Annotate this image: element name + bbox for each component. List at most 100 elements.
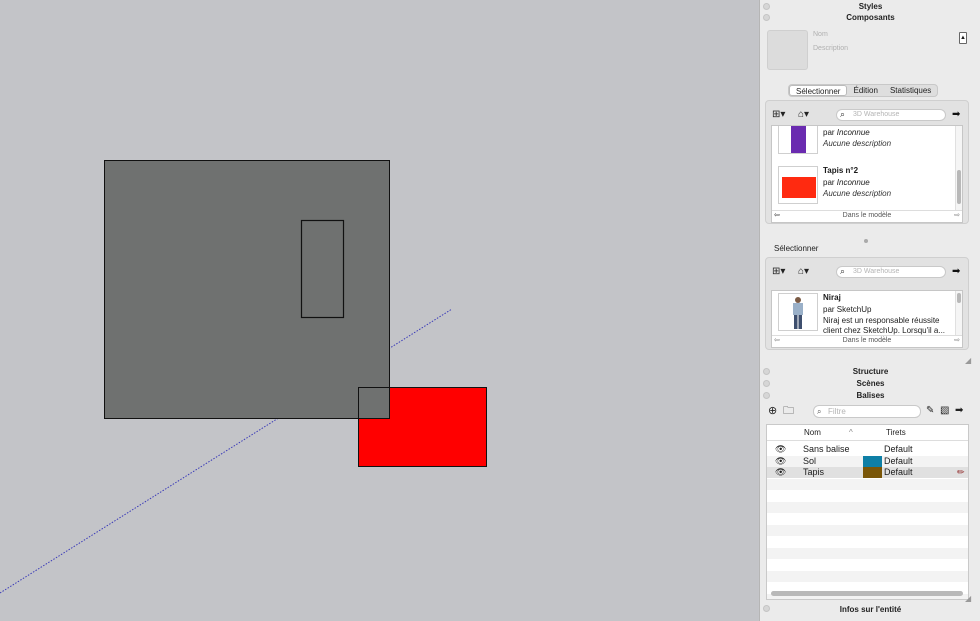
details-menu-arrow-icon[interactable]: ➡	[952, 108, 960, 122]
component-description: Aucune description	[823, 189, 892, 198]
component-thumbnail	[778, 293, 818, 331]
visibility-eye-icon[interactable]: 👁	[775, 456, 786, 467]
component-name: Niraj	[823, 293, 841, 302]
empty-row	[767, 547, 968, 559]
tag-name[interactable]: Sol	[803, 456, 816, 467]
list-footer: ⇦ Dans le modèle ⇨	[772, 210, 962, 220]
tag-row[interactable]: 👁 Tapis Default ✏	[767, 467, 968, 478]
forward-arrow-icon[interactable]: ⇨	[954, 336, 960, 345]
empty-row	[767, 490, 968, 501]
home-icon[interactable]: ⌂▾	[798, 265, 809, 279]
components-tabs: Sélectionner Édition Statistiques	[788, 84, 939, 97]
tags-table[interactable]: Nom ^ Tirets 👁 Sans balise Default 👁 Sol Defa…	[766, 424, 969, 600]
components-panel-title[interactable]: Composants	[760, 13, 980, 24]
filter-placeholder: Filtre	[828, 407, 846, 416]
component-description-field[interactable]: Description	[813, 45, 848, 52]
tab-edit[interactable]: Édition	[847, 85, 883, 96]
active-tag-pencil-icon: ✏	[957, 467, 965, 477]
list-scrollbar[interactable]	[955, 291, 962, 335]
list-scrollbar[interactable]	[955, 126, 962, 210]
secondary-section-label: Sélectionner	[774, 244, 819, 253]
tag-name[interactable]: Sans balise	[803, 444, 850, 455]
details-menu-arrow-icon[interactable]: ➡	[952, 265, 960, 279]
sort-chevron-icon[interactable]: ^	[849, 428, 853, 437]
scrollbar-thumb[interactable]	[957, 293, 961, 303]
resize-grip-icon[interactable]: ◢	[965, 594, 971, 603]
tag-dashes[interactable]: Default	[884, 444, 913, 455]
visibility-eye-icon[interactable]: 👁	[775, 467, 786, 478]
splitter-handle[interactable]	[864, 239, 868, 243]
empty-row	[767, 570, 968, 582]
visibility-eye-icon[interactable]: 👁	[775, 444, 786, 455]
resize-grip-icon[interactable]: ◢	[965, 356, 971, 365]
component-author: par Inconnue	[823, 128, 870, 137]
forward-arrow-icon[interactable]: ⇨	[954, 211, 960, 220]
tags-toolbar: ⊕ 🗀 ⌕ Filtre ✎ ▧ ➡	[766, 404, 974, 418]
search-placeholder: 3D Warehouse	[853, 268, 900, 275]
empty-row	[767, 524, 968, 536]
tag-color-swatch[interactable]	[863, 455, 882, 467]
details-toggle-button[interactable]: ▲	[959, 32, 967, 44]
tag-dashes[interactable]: Default	[884, 467, 913, 478]
list-footer: ⇦ Dans le modèle ⇨	[772, 335, 962, 345]
empty-row	[767, 478, 968, 490]
tags-filter-input[interactable]: ⌕ Filtre	[813, 405, 921, 418]
tag-row[interactable]: 👁 Sol Default	[767, 455, 968, 467]
tags-panel-title[interactable]: Balises	[760, 391, 980, 402]
component-name-field[interactable]: Nom	[813, 31, 828, 38]
horizontal-scrollbar[interactable]	[771, 591, 963, 596]
tab-statistics[interactable]: Statistiques	[884, 85, 937, 96]
component-description: Aucune description	[823, 139, 892, 148]
scene-canvas[interactable]	[0, 0, 758, 621]
back-arrow-icon[interactable]: ⇦	[774, 211, 780, 220]
scenes-panel-title[interactable]: Scènes	[760, 379, 980, 390]
warehouse-search-input[interactable]: ⌕ 3D Warehouse	[836, 109, 946, 121]
empty-row	[767, 536, 968, 547]
list-item[interactable]: Niraj par SketchUp Niraj est un responsa…	[772, 291, 952, 335]
color-by-tag-icon[interactable]: ▧	[940, 404, 949, 418]
tag-color-swatch[interactable]	[863, 467, 882, 478]
column-name-header[interactable]: Nom	[804, 428, 821, 437]
add-tag-icon[interactable]: ⊕	[768, 404, 777, 418]
back-arrow-icon[interactable]: ⇦	[774, 336, 780, 345]
styles-panel-title[interactable]: Styles	[760, 2, 980, 13]
list-item[interactable]: Tapis n°2 par Inconnue Aucune descriptio…	[772, 164, 952, 208]
component-thumbnail	[778, 126, 818, 154]
structure-panel-title[interactable]: Structure	[760, 367, 980, 378]
column-dashes-header[interactable]: Tirets	[886, 428, 906, 437]
model-viewport[interactable]	[0, 0, 758, 621]
scrollbar-thumb[interactable]	[957, 170, 961, 204]
browser-toolbar: ⊞▾ ⌂▾ ⌕ 3D Warehouse ➡	[772, 108, 968, 122]
search-icon: ⌕	[817, 407, 822, 416]
components-browser: ⊞▾ ⌂▾ ⌕ 3D Warehouse ➡ par Inconnue Aucu…	[765, 100, 969, 224]
empty-row	[767, 559, 968, 570]
secondary-components-list[interactable]: Niraj par SketchUp Niraj est un responsa…	[771, 290, 963, 348]
search-icon: ⌕	[840, 266, 846, 276]
component-author: par Inconnue	[823, 178, 870, 187]
search-icon: ⌕	[840, 109, 846, 119]
footer-label: Dans le modèle	[842, 337, 892, 344]
empty-row	[767, 513, 968, 524]
tab-select[interactable]: Sélectionner	[789, 85, 848, 96]
secondary-search-input[interactable]: ⌕ 3D Warehouse	[836, 266, 946, 278]
secondary-toolbar: ⊞▾ ⌂▾ ⌕ 3D Warehouse ➡	[772, 265, 968, 279]
overlap-square-face[interactable]	[358, 387, 390, 419]
tag-dashes[interactable]: Default	[884, 456, 913, 467]
tag-name[interactable]: Tapis	[803, 467, 824, 478]
add-folder-icon[interactable]: 🗀	[783, 404, 794, 418]
model-components-list[interactable]: par Inconnue Aucune description Tapis n°…	[771, 125, 963, 223]
gray-square-face[interactable]	[104, 160, 390, 419]
search-placeholder: 3D Warehouse	[853, 111, 900, 118]
details-menu-arrow-icon[interactable]: ➡	[955, 404, 963, 418]
empty-row	[767, 501, 968, 513]
tag-tool-icon[interactable]: ✎	[926, 404, 934, 418]
view-options-icon[interactable]: ⊞▾	[772, 265, 785, 279]
person-figure-icon	[793, 297, 803, 329]
home-icon[interactable]: ⌂▾	[798, 108, 809, 122]
list-item[interactable]: par Inconnue Aucune description	[772, 126, 952, 158]
tag-row[interactable]: 👁 Sans balise Default	[767, 444, 968, 455]
view-options-icon[interactable]: ⊞▾	[772, 108, 785, 122]
component-preview	[767, 30, 808, 70]
secondary-browser: ⊞▾ ⌂▾ ⌕ 3D Warehouse ➡ Niraj par SketchU…	[765, 257, 969, 350]
entity-info-panel-title[interactable]: Infos sur l'entité	[760, 605, 980, 616]
